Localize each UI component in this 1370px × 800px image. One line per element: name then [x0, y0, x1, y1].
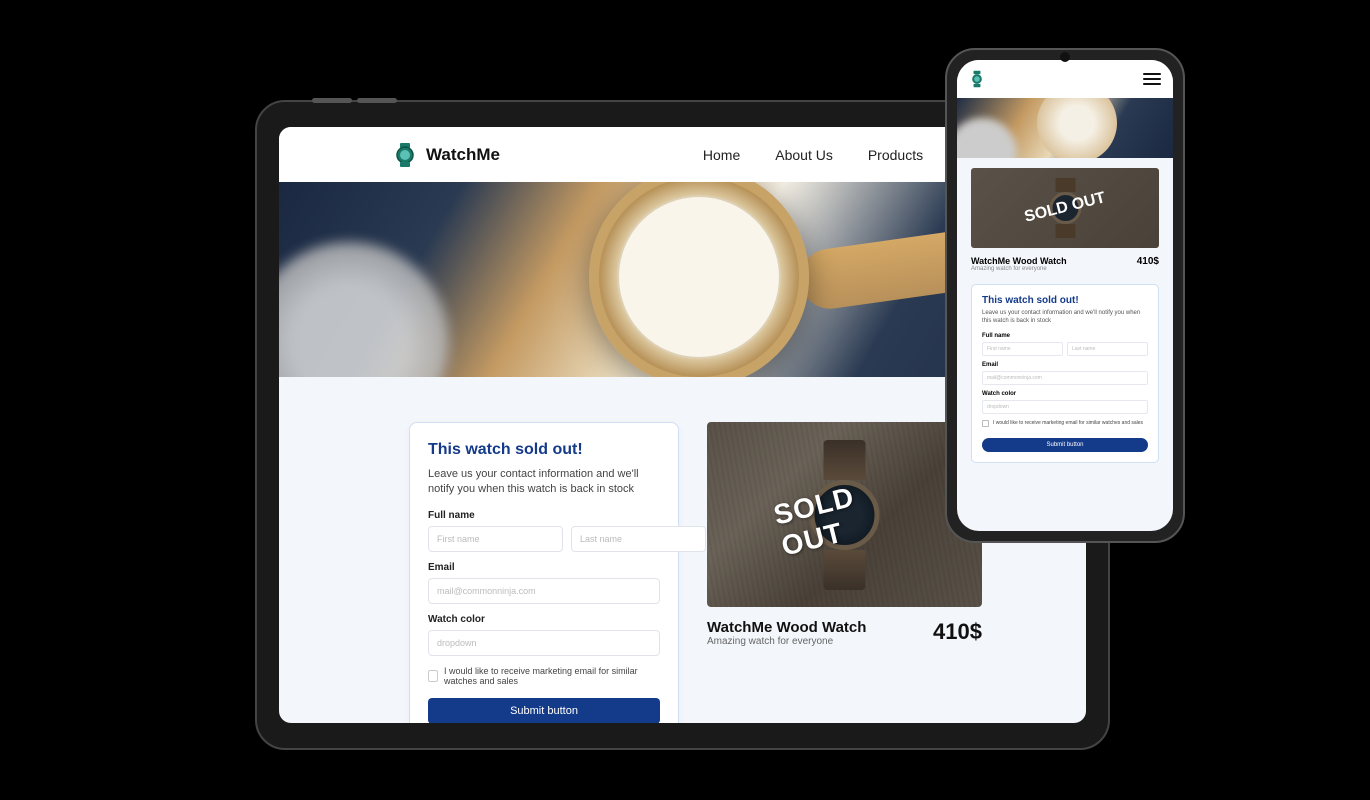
nav-home[interactable]: Home: [703, 147, 740, 163]
phone-product-image[interactable]: SOLD OUT: [971, 168, 1159, 248]
phone-form-subtitle: Leave us your contact information and we…: [982, 310, 1148, 326]
product-column: SOLD OUT WatchMe Wood Watch Amazing watc…: [707, 422, 982, 723]
checkbox-icon[interactable]: [428, 670, 438, 682]
phone-hero-blur: [957, 118, 1017, 158]
hero-watch-blur: [279, 242, 449, 377]
phone-color-dropdown[interactable]: [982, 400, 1148, 414]
phone-color-label: Watch color: [982, 391, 1148, 397]
color-label: Watch color: [428, 614, 660, 625]
product-price: 410$: [933, 619, 982, 645]
tablet-nav: Home About Us Products Co: [703, 147, 976, 163]
marketing-checkbox-row[interactable]: I would like to receive marketing email …: [428, 666, 660, 686]
phone-logo-icon[interactable]: [969, 70, 985, 88]
first-name-input[interactable]: [428, 526, 563, 552]
color-dropdown[interactable]: [428, 630, 660, 656]
checkbox-label: I would like to receive marketing email …: [444, 666, 660, 686]
form-subtitle: Leave us your contact information and we…: [428, 467, 660, 498]
submit-button[interactable]: Submit button: [428, 698, 660, 723]
fullname-label: Full name: [428, 510, 660, 521]
brand-name: WatchMe: [426, 145, 500, 165]
phone-product-price: 410$: [1137, 256, 1159, 272]
product-name: WatchMe Wood Watch: [707, 619, 866, 636]
product-image[interactable]: SOLD OUT: [707, 422, 982, 607]
last-name-input[interactable]: [571, 526, 706, 552]
phone-email-input[interactable]: [982, 371, 1148, 385]
phone-first-name-input[interactable]: [982, 342, 1063, 356]
hamburger-menu-icon[interactable]: [1143, 73, 1161, 86]
form-title: This watch sold out!: [428, 441, 660, 459]
brand-logo[interactable]: WatchMe: [394, 142, 500, 168]
product-tagline: Amazing watch for everyone: [707, 636, 866, 647]
phone-checkbox-label: I would like to receive marketing email …: [993, 420, 1143, 426]
phone-camera: [1060, 52, 1070, 62]
phone-fullname-label: Full name: [982, 333, 1148, 339]
phone-body: SOLD OUT WatchMe Wood Watch Amazing watc…: [957, 158, 1173, 463]
phone-form-title: This watch sold out!: [982, 295, 1148, 306]
phone-product-name: WatchMe Wood Watch: [971, 256, 1067, 266]
watch-icon: [394, 142, 416, 168]
tablet-hw-button: [312, 98, 352, 103]
phone-submit-button[interactable]: Submit button: [982, 438, 1148, 452]
phone-last-name-input[interactable]: [1067, 342, 1148, 356]
product-meta: WatchMe Wood Watch Amazing watch for eve…: [707, 619, 982, 647]
phone-device: SOLD OUT WatchMe Wood Watch Amazing watc…: [945, 48, 1185, 543]
email-input[interactable]: [428, 578, 660, 604]
tablet-hw-button: [357, 98, 397, 103]
nav-products[interactable]: Products: [868, 147, 923, 163]
notify-form-card: This watch sold out! Leave us your conta…: [409, 422, 679, 723]
email-label: Email: [428, 562, 660, 573]
phone-hero-image: [957, 98, 1173, 158]
phone-checkbox-row[interactable]: I would like to receive marketing email …: [982, 420, 1148, 427]
phone-form-card: This watch sold out! Leave us your conta…: [971, 284, 1159, 463]
phone-hero-watch: [1037, 98, 1117, 158]
nav-about[interactable]: About Us: [775, 147, 833, 163]
phone-checkbox-icon[interactable]: [982, 420, 989, 427]
phone-product-meta: WatchMe Wood Watch Amazing watch for eve…: [971, 256, 1159, 272]
phone-product-tagline: Amazing watch for everyone: [971, 266, 1067, 272]
phone-email-label: Email: [982, 362, 1148, 368]
phone-header: [957, 60, 1173, 98]
phone-screen: SOLD OUT WatchMe Wood Watch Amazing watc…: [957, 60, 1173, 531]
hero-watch-face: [589, 182, 809, 377]
